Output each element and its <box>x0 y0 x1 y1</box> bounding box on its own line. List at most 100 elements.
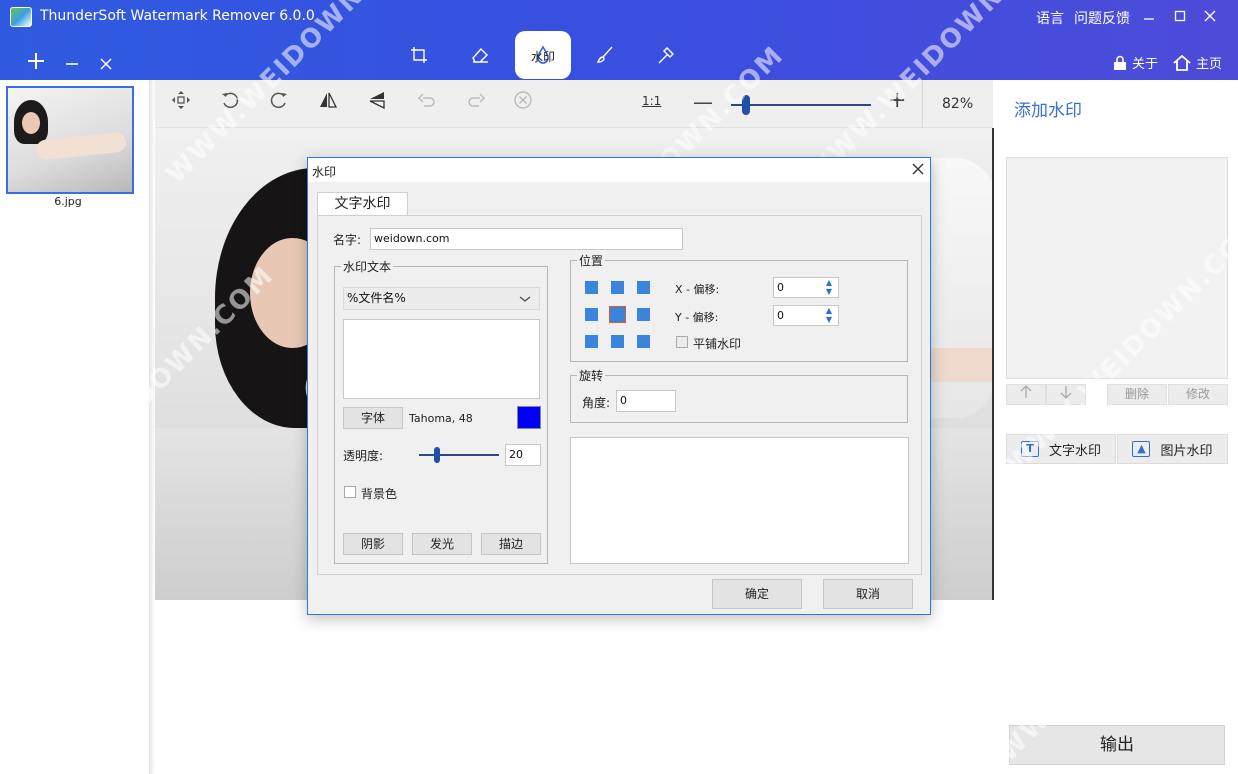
app-title: ThunderSoft Watermark Remover 6.0.0 <box>40 8 315 24</box>
glow-button[interactable]: 发光 <box>412 533 472 555</box>
position-top-right[interactable] <box>637 281 650 294</box>
move-up-button[interactable] <box>1006 384 1046 405</box>
dialog-close-button[interactable] <box>912 160 924 179</box>
move-down-button[interactable] <box>1046 384 1086 405</box>
minus-icon <box>66 63 78 65</box>
tab-watermark[interactable]: 水印 <box>515 31 571 79</box>
angle-input[interactable]: 0 <box>616 390 676 412</box>
tab-eraser[interactable] <box>452 31 508 79</box>
watermark-preview <box>570 437 909 564</box>
flip-vertical-icon <box>369 92 385 110</box>
group-title: 位置 <box>577 252 606 269</box>
opacity-input[interactable]: 20 <box>505 444 541 466</box>
image-toolbar: 1:1 — + 82% <box>155 80 993 128</box>
flip-horizontal-button[interactable] <box>311 88 345 122</box>
file-name: 6.jpg <box>54 195 82 208</box>
close-window-button[interactable] <box>1197 6 1223 28</box>
position-top-left[interactable] <box>585 281 598 294</box>
language-menu[interactable]: 语言 <box>1036 8 1064 28</box>
maximize-icon <box>1174 10 1186 22</box>
text-variable-select[interactable]: %文件名% <box>343 287 540 310</box>
home-icon <box>1173 54 1191 71</box>
position-middle-left[interactable] <box>585 308 598 321</box>
redo-button[interactable] <box>459 88 493 122</box>
position-bottom-center[interactable] <box>611 335 624 348</box>
rotate-left-icon <box>222 92 239 109</box>
y-offset-spinner[interactable]: ▲ ▼ <box>822 306 836 326</box>
stroke-button[interactable]: 描边 <box>481 533 541 555</box>
dialog-tab-content: 名字: weidown.com 水印文本 %文件名% 字体 Tahoma, 48… <box>317 215 922 575</box>
font-color-swatch[interactable] <box>517 406 541 429</box>
maximize-window-button[interactable] <box>1167 6 1193 28</box>
home-link[interactable]: 主页 <box>1173 53 1222 72</box>
rotate-right-icon <box>270 92 287 109</box>
position-bottom-left[interactable] <box>585 335 598 348</box>
position-bottom-right[interactable] <box>637 335 650 348</box>
tile-watermark-checkbox[interactable] <box>676 336 688 348</box>
file-list-panel: 6.jpg <box>0 80 150 774</box>
shadow-button[interactable]: 阴影 <box>343 533 403 555</box>
app-logo-icon <box>10 7 32 27</box>
move-button[interactable] <box>164 88 198 122</box>
background-color-checkbox[interactable] <box>344 486 356 498</box>
minimize-window-button[interactable] <box>1136 6 1162 28</box>
watermark-dialog: 水印 文字水印 名字: weidown.com 水印文本 %文件名% 字体 Ta… <box>307 157 931 615</box>
clear-files-button[interactable] <box>94 52 118 76</box>
brush-icon <box>596 46 613 63</box>
file-thumbnail[interactable] <box>6 86 134 194</box>
rotate-left-button[interactable] <box>213 88 247 122</box>
add-file-button[interactable] <box>24 52 48 76</box>
angle-label: 角度: <box>582 396 611 410</box>
feedback-menu[interactable]: 问题反馈 <box>1074 8 1130 28</box>
undo-button[interactable] <box>410 88 444 122</box>
zoom-slider-handle[interactable] <box>742 95 750 115</box>
zoom-slider-track[interactable] <box>731 104 871 106</box>
opacity-slider-handle[interactable] <box>434 447 440 463</box>
opacity-slider-track[interactable] <box>419 454 499 456</box>
modify-watermark-button[interactable]: 修改 <box>1168 384 1228 405</box>
about-link[interactable]: 关于 <box>1113 53 1158 72</box>
canvas-background <box>155 600 993 774</box>
minimize-icon <box>1144 18 1154 20</box>
tile-watermark-label: 平铺水印 <box>693 337 742 351</box>
group-title: 水印文本 <box>341 258 394 275</box>
flip-vertical-button[interactable] <box>360 88 394 122</box>
arrow-down-icon <box>1060 386 1072 399</box>
group-title: 旋转 <box>577 367 606 384</box>
tab-text-watermark[interactable]: 文字水印 <box>317 192 408 216</box>
tab-magic-wand[interactable] <box>638 31 694 79</box>
rotate-right-button[interactable] <box>262 88 296 122</box>
name-label: 名字: <box>333 233 362 247</box>
flip-horizontal-icon <box>320 92 338 108</box>
export-button[interactable]: 输出 <box>1009 725 1225 765</box>
zoom-level-readout: 82% <box>942 96 974 112</box>
lock-icon <box>1114 55 1126 70</box>
tab-crop[interactable] <box>391 31 447 79</box>
position-center[interactable] <box>609 306 626 323</box>
crop-icon <box>411 47 427 63</box>
panel-title: 添加水印 <box>1014 101 1082 121</box>
watermark-text-group: 水印文本 %文件名% 字体 Tahoma, 48 透明度: 20 背景色 阴影 … <box>334 258 548 564</box>
cancel-button[interactable]: 取消 <box>823 579 913 609</box>
add-image-watermark-button[interactable]: ▲ 图片水印 <box>1117 434 1228 464</box>
name-input[interactable]: weidown.com <box>370 228 683 250</box>
position-middle-right[interactable] <box>637 308 650 321</box>
ok-button[interactable]: 确定 <box>712 579 802 609</box>
position-top-center[interactable] <box>611 281 624 294</box>
watermark-panel: 添加水印 删除 修改 T 文字水印 ▲ 图片水印 输出 <box>996 80 1238 774</box>
font-button[interactable]: 字体 <box>343 407 403 429</box>
undo-icon <box>417 93 435 107</box>
zoom-out-button[interactable]: — <box>693 90 713 114</box>
delete-watermark-button[interactable]: 删除 <box>1107 384 1167 405</box>
watermark-list[interactable] <box>1006 157 1228 379</box>
watermark-text-area[interactable] <box>343 319 540 399</box>
zoom-reset-button[interactable]: 1:1 <box>642 94 661 108</box>
remove-file-button[interactable] <box>60 52 84 76</box>
opacity-label: 透明度: <box>343 449 384 463</box>
cancel-edit-button[interactable] <box>506 88 540 122</box>
zoom-in-button[interactable]: + <box>888 88 906 113</box>
x-offset-spinner[interactable]: ▲ ▼ <box>822 278 836 298</box>
tab-brush[interactable] <box>577 31 633 79</box>
close-icon <box>1204 10 1216 22</box>
add-text-watermark-button[interactable]: T 文字水印 <box>1006 434 1116 464</box>
